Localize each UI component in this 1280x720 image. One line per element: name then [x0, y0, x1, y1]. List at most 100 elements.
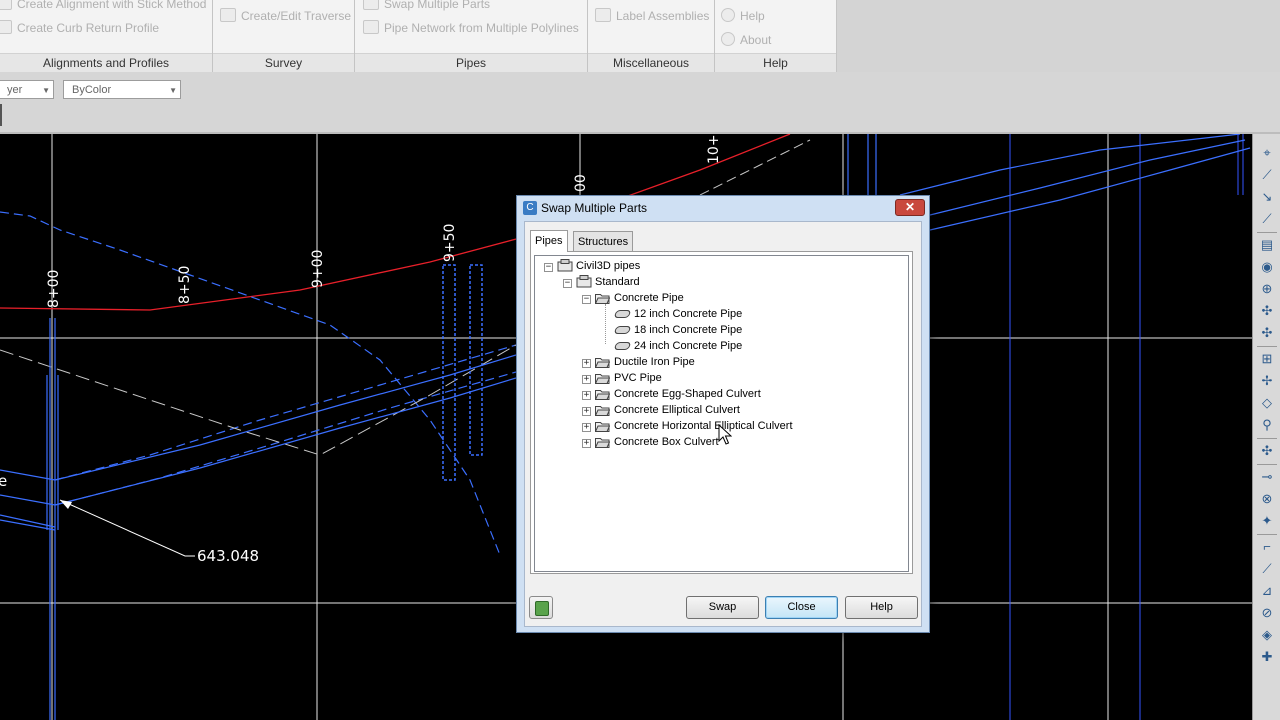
panel-label-help: Help: [715, 53, 836, 72]
profile-icon: [0, 20, 12, 34]
tool-button-icon[interactable]: ⟋: [1258, 166, 1276, 184]
toolbar-grip: [0, 104, 2, 126]
panel-pipes: Swap Multiple Parts Pipe Network from Mu…: [355, 0, 588, 72]
collapse-toggle[interactable]: −: [563, 279, 572, 288]
tool-button-icon[interactable]: ⌖: [1258, 144, 1276, 162]
pipe-network-polylines-command[interactable]: Pipe Network from Multiple Polylines: [363, 20, 579, 35]
parts-tree[interactable]: − Civil3D pipes − Standard − Concrete Pi…: [534, 255, 909, 572]
app-icon: C: [523, 201, 537, 215]
tool-button-icon[interactable]: ✚: [1258, 648, 1276, 666]
expand-toggle[interactable]: +: [582, 359, 591, 368]
tree-root[interactable]: Civil3D pipes: [576, 258, 640, 274]
tree-catalog[interactable]: Standard: [595, 274, 640, 290]
folder-icon: [595, 390, 610, 400]
tab-structures[interactable]: Structures: [573, 231, 634, 251]
tree-family-concrete-pipe[interactable]: Concrete Pipe: [614, 290, 684, 306]
folder-icon: [595, 438, 610, 448]
tree-part-item[interactable]: 24 inch Concrete Pipe: [634, 338, 742, 354]
tree-family-item[interactable]: Concrete Egg-Shaped Culvert: [614, 386, 761, 402]
folder-icon: [595, 422, 610, 432]
tree-family-item[interactable]: Ductile Iron Pipe: [614, 354, 695, 370]
layer-combo[interactable]: yer ▼: [0, 80, 54, 99]
tool-button-icon[interactable]: ⊕: [1258, 280, 1276, 298]
tree-family-item[interactable]: PVC Pipe: [614, 370, 662, 386]
create-edit-traverse-command[interactable]: Create/Edit Traverse: [220, 8, 351, 23]
swap-icon: [363, 0, 379, 10]
label-assemblies-command[interactable]: Label Assemblies: [595, 8, 709, 23]
tool-button-icon[interactable]: ⟋: [1258, 560, 1276, 578]
panel-label-pipes: Pipes: [355, 53, 587, 72]
folder-icon: [595, 294, 610, 304]
expand-toggle[interactable]: +: [582, 407, 591, 416]
tool-button-icon[interactable]: ⊘: [1258, 604, 1276, 622]
about-command[interactable]: About: [721, 32, 771, 47]
tool-button-icon[interactable]: ⌐: [1258, 538, 1276, 556]
tool-button-icon[interactable]: ✣: [1258, 442, 1276, 460]
collapse-toggle[interactable]: −: [544, 263, 553, 272]
label-assemblies-icon: [595, 8, 611, 22]
toolbar-separator: [1257, 534, 1277, 535]
create-curb-return-profile-command[interactable]: Create Curb Return Profile: [0, 20, 159, 35]
tool-button-icon[interactable]: ▤: [1258, 236, 1276, 254]
tree-part-item[interactable]: 18 inch Concrete Pipe: [634, 322, 742, 338]
station-label: 8+00: [46, 270, 62, 308]
tree-part-item[interactable]: 12 inch Concrete Pipe: [634, 306, 742, 322]
help-icon: [721, 8, 735, 22]
network-icon: [557, 259, 573, 272]
help-book-button[interactable]: [529, 596, 553, 619]
toolbar-separator: [1257, 232, 1277, 233]
station-label: 9+50: [442, 224, 458, 262]
help-book-icon: [535, 601, 549, 616]
tree-family-item[interactable]: Concrete Elliptical Culvert: [614, 402, 740, 418]
station-label: 9+00: [310, 250, 326, 288]
swap-multiple-parts-command[interactable]: Swap Multiple Parts: [363, 0, 490, 11]
pipe-icon: [613, 342, 632, 350]
color-combo[interactable]: ByColor ▼: [63, 80, 181, 99]
folder-icon: [595, 406, 610, 416]
folder-icon: [595, 358, 610, 368]
create-alignment-stick-command[interactable]: Create Alignment with Stick Method: [0, 0, 206, 11]
tool-button-icon[interactable]: ✣: [1258, 324, 1276, 342]
expand-toggle[interactable]: +: [582, 391, 591, 400]
tool-button-icon[interactable]: ✦: [1258, 512, 1276, 530]
help-button[interactable]: Help: [845, 596, 918, 619]
tool-button-icon[interactable]: ↘: [1258, 188, 1276, 206]
tool-button-icon[interactable]: ⊿: [1258, 582, 1276, 600]
dropdown-arrow-icon: ▼: [169, 86, 177, 95]
close-window-button[interactable]: ✕: [895, 199, 925, 216]
tab-pipes[interactable]: Pipes: [530, 230, 568, 252]
tool-button-icon[interactable]: ◉: [1258, 258, 1276, 276]
tool-button-icon[interactable]: ⟋: [1258, 210, 1276, 228]
pipe-icon: [613, 310, 632, 318]
network-icon: [576, 275, 592, 288]
tree-family-item[interactable]: Concrete Box Culvert: [614, 434, 719, 450]
toolbar-separator: [1257, 464, 1277, 465]
right-toolbar: ⌖ ⟋ ↘ ⟋ ▤ ◉ ⊕ ✣ ✣ ⊞ ✢ ◇ ⚲ ✣ ⊸ ⊗ ✦ ⌐ ⟋ ⊿ …: [1252, 134, 1280, 720]
panel-help: Help About Help: [715, 0, 837, 72]
tool-button-icon[interactable]: ⚲: [1258, 416, 1276, 434]
tree-family-item[interactable]: Concrete Horizontal Elliptical Culvert: [614, 418, 793, 434]
collapse-toggle[interactable]: −: [582, 295, 591, 304]
tool-button-icon[interactable]: ⊗: [1258, 490, 1276, 508]
expand-toggle[interactable]: +: [582, 375, 591, 384]
tool-button-icon[interactable]: ◈: [1258, 626, 1276, 644]
tool-button-icon[interactable]: ◇: [1258, 394, 1276, 412]
folder-icon: [595, 374, 610, 384]
pipe-network-icon: [363, 20, 379, 34]
close-button[interactable]: Close: [765, 596, 838, 619]
tool-button-icon[interactable]: ⊞: [1258, 350, 1276, 368]
tab-panel: − Civil3D pipes − Standard − Concrete Pi…: [530, 251, 913, 574]
swap-multiple-parts-dialog: C Swap Multiple Parts ✕ Pipes Structures…: [516, 195, 930, 633]
tool-button-icon[interactable]: ⊸: [1258, 468, 1276, 486]
swap-button[interactable]: Swap: [686, 596, 759, 619]
dialog-titlebar[interactable]: C Swap Multiple Parts ✕: [517, 196, 929, 220]
tool-button-icon[interactable]: ✢: [1258, 372, 1276, 390]
expand-toggle[interactable]: +: [582, 423, 591, 432]
expand-toggle[interactable]: +: [582, 439, 591, 448]
station-label: 10+: [706, 134, 722, 164]
help-command[interactable]: Help: [721, 8, 765, 23]
toolbar-separator: [1257, 346, 1277, 347]
alignment-icon: [0, 0, 12, 10]
panel-label-alignments: Alignments and Profiles: [0, 53, 212, 72]
tool-button-icon[interactable]: ✣: [1258, 302, 1276, 320]
